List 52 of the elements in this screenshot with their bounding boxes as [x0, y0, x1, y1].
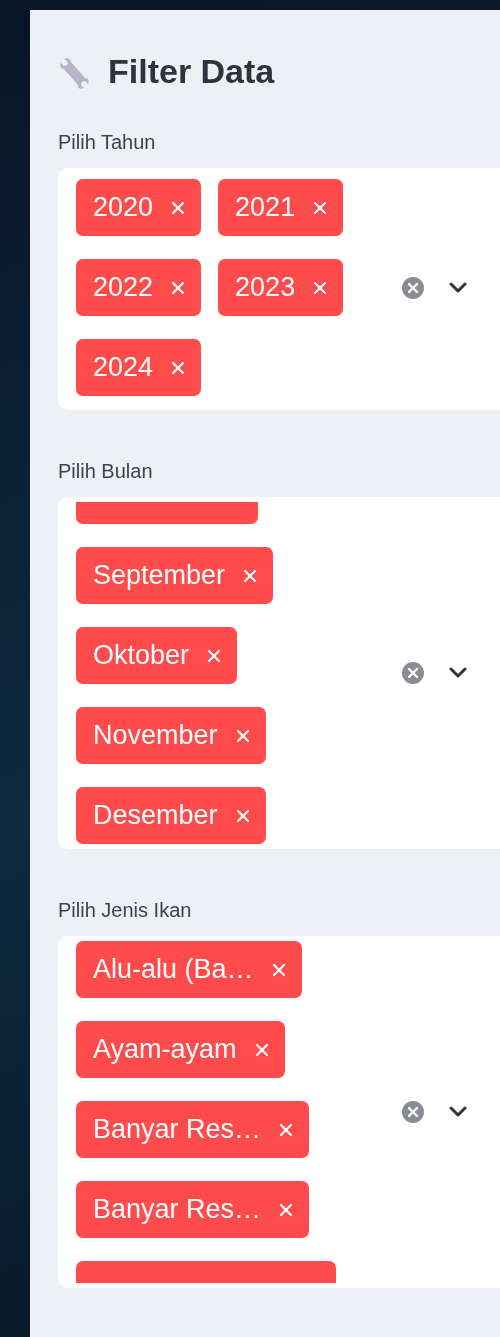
tag-label: September: [93, 560, 226, 591]
selected-tag[interactable]: 2023: [218, 259, 344, 316]
selected-tag[interactable]: November: [76, 707, 266, 764]
tag-label: 2020: [93, 192, 154, 223]
selected-tag[interactable]: 2021: [218, 179, 344, 236]
tag-label: Alu-alu (Ba…: [93, 954, 254, 985]
tag-label: Banyar Res…: [93, 1114, 262, 1145]
remove-icon[interactable]: [171, 200, 186, 215]
selected-tag[interactable]: Alu-alu (Ba…: [76, 941, 302, 998]
remove-icon[interactable]: [171, 280, 186, 295]
field-label: Pilih Tahun: [58, 131, 156, 154]
remove-icon[interactable]: [207, 648, 222, 663]
clear-icon[interactable]: [401, 661, 425, 685]
tag-label: Oktober: [93, 640, 190, 671]
chevron-down-icon[interactable]: [449, 667, 467, 679]
remove-icon[interactable]: [254, 1042, 269, 1057]
selected-tag[interactable]: 2020: [76, 179, 202, 236]
selected-tag[interactable]: 2024: [76, 339, 202, 396]
tag-label: Ayam-ayam: [93, 1034, 237, 1065]
selected-tag[interactable]: Ayam-ayam: [76, 1021, 285, 1078]
remove-icon[interactable]: [243, 568, 258, 583]
remove-icon[interactable]: [279, 1122, 294, 1137]
selected-tag[interactable]: Oktober: [76, 627, 238, 684]
selected-tag[interactable]: Desember: [76, 787, 266, 844]
multiselect-field[interactable]: Alu-alu (Ba… Ayam-ayam Banyar Res… Banyar Res…: [58, 936, 500, 1288]
selected-tag[interactable]: September: [76, 547, 274, 604]
remove-icon[interactable]: [279, 1202, 294, 1217]
multiselect-field[interactable]: 2020 2021 2022 2023 2024: [58, 168, 500, 410]
multiselect-field[interactable]: September Oktober November Desember: [58, 497, 500, 849]
clear-icon[interactable]: [401, 275, 425, 300]
tag-label: Desember: [93, 800, 218, 831]
tag-label: Banyar Res…: [93, 1194, 262, 1225]
selected-tag[interactable]: 2022: [76, 259, 202, 316]
remove-icon[interactable]: [235, 728, 250, 743]
field-label: Pilih Jenis Ikan: [58, 899, 192, 922]
remove-icon[interactable]: [313, 200, 328, 215]
tag-label: 2024: [93, 352, 154, 383]
tag-label: 2023: [235, 272, 296, 303]
field-label: Pilih Bulan: [58, 460, 153, 483]
chevron-down-icon[interactable]: [449, 281, 467, 294]
tag-label: November: [93, 720, 218, 751]
remove-icon[interactable]: [313, 280, 328, 295]
remove-icon[interactable]: [171, 360, 186, 375]
tag-label: 2022: [93, 272, 154, 303]
selected-tag[interactable]: Banyar Res…: [76, 1181, 310, 1238]
tag-label: 2021: [235, 192, 296, 223]
remove-icon[interactable]: [235, 808, 250, 823]
chevron-down-icon[interactable]: [449, 1106, 467, 1118]
selected-tag[interactable]: Banyar Res…: [76, 1101, 310, 1158]
panel-title: Filter Data: [108, 52, 275, 91]
clear-icon[interactable]: [401, 1100, 425, 1124]
remove-icon[interactable]: [271, 962, 286, 977]
